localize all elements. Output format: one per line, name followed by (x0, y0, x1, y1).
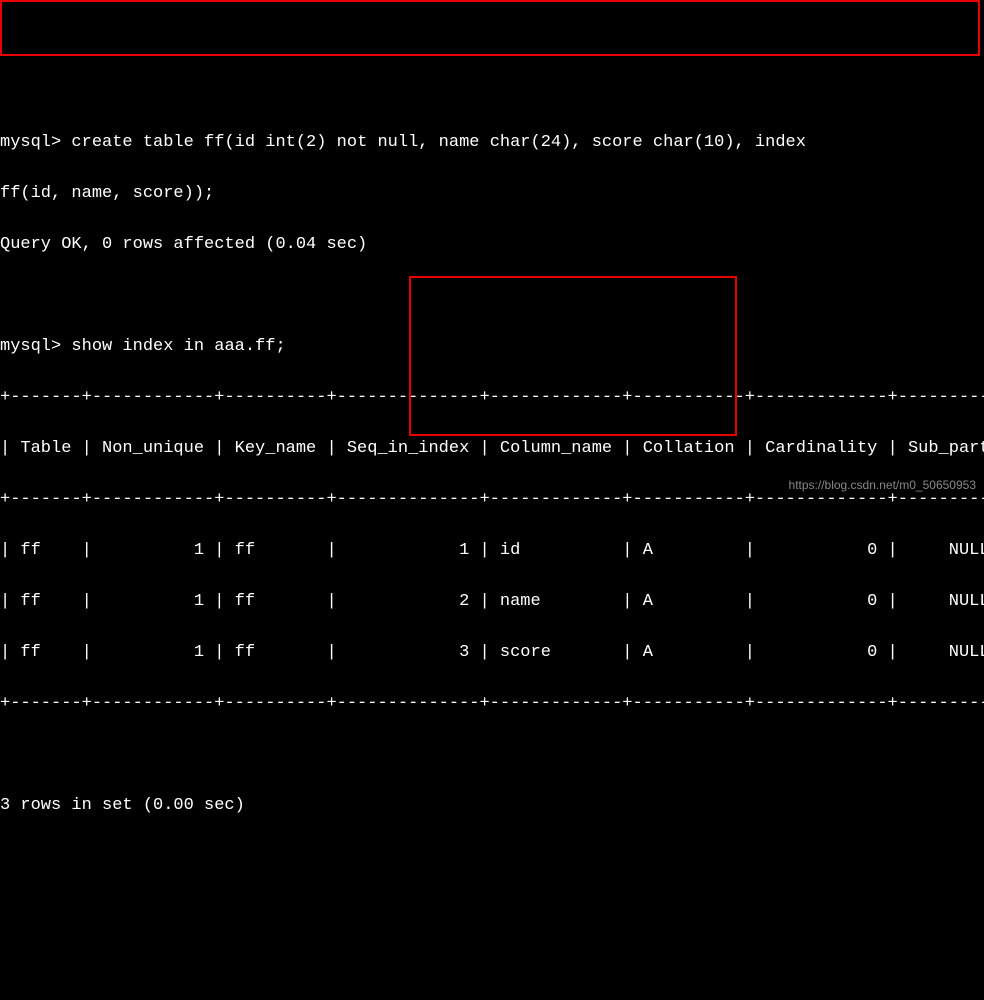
table-header: | Table | Non_unique | Key_name | Seq_in… (0, 436, 984, 462)
table-row: | ff | 1 | ff | 2 | name | A | 0 | NULL … (0, 589, 984, 615)
terminal-output: mysql> create table ff(id int(2) not nul… (0, 102, 984, 844)
table-row: | ff | 1 | ff | 3 | score | A | 0 | NULL… (0, 640, 984, 666)
blank-line (0, 283, 984, 309)
response-rows-in-set: 3 rows in set (0.00 sec) (0, 793, 984, 819)
watermark-text: https://blog.csdn.net/m0_50650953 (789, 476, 976, 494)
cmd-show-index[interactable]: mysql> show index in aaa.ff; (0, 334, 984, 360)
mysql-prompt: mysql> (0, 133, 61, 152)
highlight-box-command (0, 0, 980, 56)
table-border: +-------+------------+----------+-------… (0, 385, 984, 411)
table-border: +-------+------------+----------+-------… (0, 691, 984, 717)
blank-line (0, 742, 984, 768)
response-query-ok: Query OK, 0 rows affected (0.04 sec) (0, 232, 984, 258)
mysql-prompt: mysql> (0, 337, 61, 356)
cmd-create-line2[interactable]: ff(id, name, score)); (0, 181, 984, 207)
cmd-create-line1[interactable]: mysql> create table ff(id int(2) not nul… (0, 130, 984, 156)
table-row: | ff | 1 | ff | 1 | id | A | 0 | NULL | … (0, 538, 984, 564)
